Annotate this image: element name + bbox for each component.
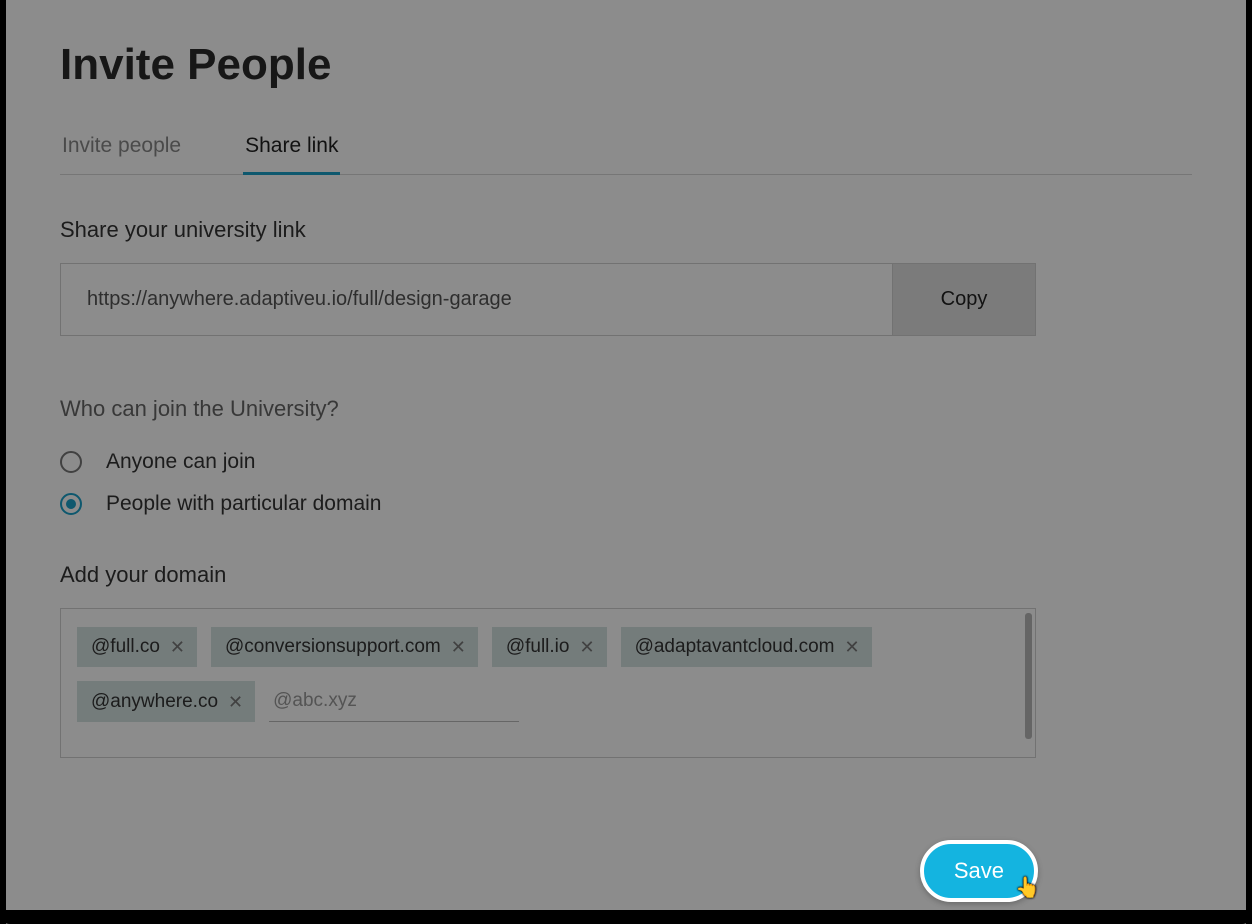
chip-text: @conversionsupport.com — [225, 636, 441, 658]
domain-chip: @full.co ✕ — [77, 627, 197, 667]
save-button[interactable]: Save — [920, 840, 1038, 902]
chip-text: @full.io — [506, 636, 570, 658]
share-link-row: Copy — [60, 263, 1036, 336]
radio-icon — [60, 451, 82, 473]
domain-box[interactable]: @full.co ✕ @conversionsupport.com ✕ @ful… — [60, 608, 1036, 758]
tabs: Invite people Share link — [60, 128, 1192, 175]
radio-icon-selected — [60, 493, 82, 515]
copy-button[interactable]: Copy — [892, 263, 1036, 336]
chip-text: @adaptavantcloud.com — [635, 636, 835, 658]
tab-invite-people[interactable]: Invite people — [60, 128, 183, 175]
page-title: Invite People — [60, 40, 1192, 90]
bezel — [1246, 0, 1252, 924]
tab-share-link[interactable]: Share link — [243, 128, 340, 175]
radio-anyone[interactable]: Anyone can join — [60, 450, 1192, 474]
domain-label: Add your domain — [60, 562, 1192, 588]
invite-modal: Invite People Invite people Share link S… — [0, 0, 1252, 778]
chip-text: @anywhere.co — [91, 691, 218, 713]
domain-input[interactable] — [269, 681, 519, 722]
share-link-label: Share your university link — [60, 217, 1192, 243]
share-link-input[interactable] — [60, 263, 892, 336]
radio-domain[interactable]: People with particular domain — [60, 492, 1192, 516]
domain-chip: @full.io ✕ — [492, 627, 607, 667]
close-icon[interactable]: ✕ — [845, 638, 860, 656]
close-icon[interactable]: ✕ — [451, 638, 466, 656]
access-question: Who can join the University? — [60, 396, 1192, 422]
radio-domain-label: People with particular domain — [106, 492, 381, 516]
chip-text: @full.co — [91, 636, 160, 658]
domain-section: Add your domain @full.co ✕ @conversionsu… — [60, 562, 1192, 758]
domain-chip: @anywhere.co ✕ — [77, 681, 255, 722]
bezel — [0, 910, 1252, 924]
domain-chip: @conversionsupport.com ✕ — [211, 627, 478, 667]
close-icon[interactable]: ✕ — [579, 638, 594, 656]
radio-anyone-label: Anyone can join — [106, 450, 255, 474]
bezel — [0, 0, 6, 924]
scrollbar[interactable] — [1025, 613, 1032, 739]
close-icon[interactable]: ✕ — [228, 693, 243, 711]
close-icon[interactable]: ✕ — [170, 638, 185, 656]
domain-chip: @adaptavantcloud.com ✕ — [621, 627, 872, 667]
